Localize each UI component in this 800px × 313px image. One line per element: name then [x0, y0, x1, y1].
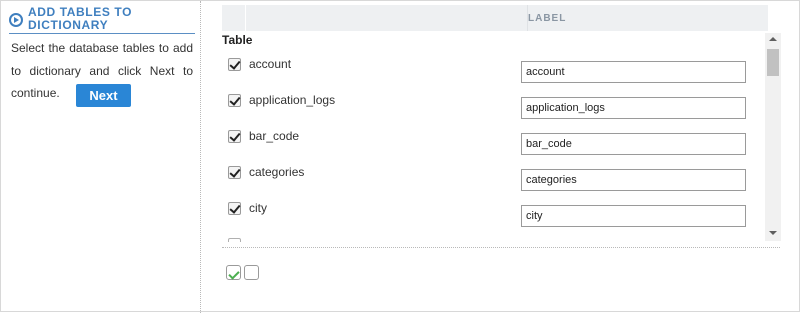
- row-checkbox[interactable]: [228, 166, 241, 179]
- scroll-up-arrow-icon[interactable]: [769, 37, 777, 41]
- label-field[interactable]: [521, 169, 746, 191]
- table-name: bar_code: [249, 129, 300, 143]
- list-scrollbar[interactable]: [765, 33, 781, 241]
- uncheck-all-icon[interactable]: [244, 265, 259, 280]
- row-checkbox[interactable]: [228, 130, 241, 143]
- table-row: account: [222, 50, 764, 86]
- check-all-icon[interactable]: [226, 265, 241, 280]
- play-circle-icon: [9, 13, 23, 27]
- table-row: bar_code: [222, 122, 764, 158]
- label-column-title: LABEL: [528, 13, 567, 24]
- table-row: categories: [222, 158, 764, 194]
- table-row: city: [222, 194, 764, 230]
- grid-header: LABEL: [222, 5, 768, 31]
- row-checkbox-partial[interactable]: [228, 238, 241, 242]
- left-panel: ADD TABLES TO DICTIONARY Select the data…: [1, 1, 201, 313]
- label-field[interactable]: [521, 97, 746, 119]
- panel-title: ADD TABLES TO DICTIONARY: [28, 5, 133, 32]
- row-checkbox[interactable]: [228, 94, 241, 107]
- table-name: city: [249, 201, 267, 215]
- row-checkbox[interactable]: [228, 58, 241, 71]
- table-name: account: [249, 57, 292, 71]
- next-button[interactable]: Next: [76, 84, 131, 107]
- checkbox-column-header: [222, 5, 246, 31]
- table-column-title: Table: [222, 33, 253, 47]
- label-field[interactable]: [521, 133, 746, 155]
- scroll-thumb[interactable]: [767, 49, 779, 76]
- panel-header: ADD TABLES TO DICTIONARY: [9, 6, 195, 34]
- table-name: application_logs: [249, 93, 336, 107]
- label-field[interactable]: [521, 61, 746, 83]
- footer-divider: [222, 247, 780, 248]
- row-checkbox[interactable]: [228, 202, 241, 215]
- table-row: application_logs: [222, 86, 764, 122]
- table-name: categories: [249, 165, 305, 179]
- label-field[interactable]: [521, 205, 746, 227]
- scroll-down-arrow-icon[interactable]: [769, 231, 777, 235]
- page-frame: ADD TABLES TO DICTIONARY Select the data…: [0, 0, 800, 313]
- table-list: account application_logs bar_code catego…: [222, 50, 764, 242]
